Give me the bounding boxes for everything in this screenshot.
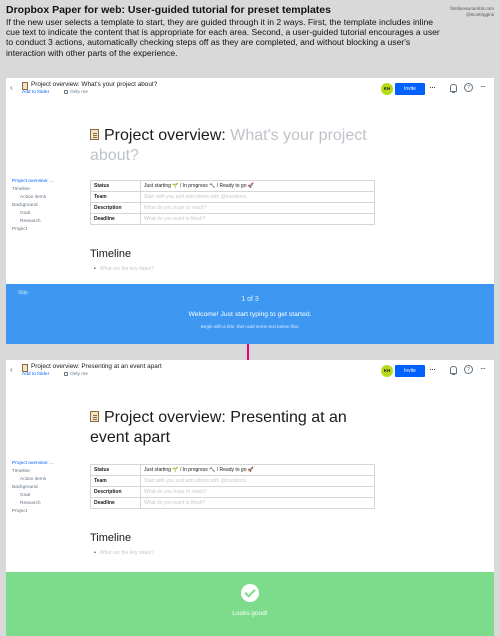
sharing-status[interactable]: Only me: [70, 372, 88, 377]
credit: firstlinesw.tumblr.com @nicetriggins: [450, 6, 494, 17]
table-value[interactable]: Just starting 🌱 / In progress 🔨 / Ready …: [140, 464, 375, 476]
back-icon[interactable]: ‹: [10, 365, 13, 374]
tutorial-step-counter: 1 of 3: [241, 296, 259, 303]
table-key: Status: [90, 180, 141, 192]
success-overlay: Looks good!: [6, 572, 494, 636]
invite-button[interactable]: Invite: [395, 365, 425, 377]
help-icon[interactable]: ?: [464, 83, 473, 92]
toc-item-project[interactable]: Project: [12, 508, 72, 516]
toc-item-research[interactable]: Research: [12, 218, 72, 226]
project-info-table: Status Just starting 🌱 / In progress 🔨 /…: [90, 464, 375, 509]
credit-line-1: firstlinesw.tumblr.com: [450, 6, 494, 11]
document-icon: [22, 364, 28, 372]
table-row: Deadline What do you want to finish?: [90, 497, 375, 509]
page-title[interactable]: Project overview: Presenting at an event…: [90, 408, 390, 448]
table-row: Status Just starting 🌱 / In progress 🔨 /…: [90, 180, 375, 192]
add-to-folder-link[interactable]: Add to folder: [22, 372, 49, 377]
table-row: Deadline What do you want to finish?: [90, 213, 375, 225]
table-row: Team Start with you and add others with …: [90, 191, 375, 203]
toc-item-goal[interactable]: Goal: [12, 210, 72, 218]
help-icon[interactable]: ?: [464, 365, 473, 374]
timeline-heading[interactable]: Timeline: [90, 248, 131, 260]
table-value[interactable]: What do you hope to reach?: [140, 202, 375, 214]
checkmark-icon: [241, 584, 259, 602]
table-value[interactable]: What do you want to finish?: [140, 497, 375, 509]
paper-screen-step-complete: ‹ Project overview: Presenting at an eve…: [6, 360, 494, 636]
sharing-status[interactable]: Only me: [70, 90, 88, 95]
table-value[interactable]: Start with you and add others with @ment…: [140, 191, 375, 203]
annotation-title: Dropbox Paper for web: User-guided tutor…: [6, 4, 331, 16]
table-row: Team Start with you and add others with …: [90, 475, 375, 487]
back-icon[interactable]: ‹: [10, 83, 13, 92]
table-of-contents: Project overview: ... Timeline Action it…: [12, 178, 72, 234]
lock-icon: [64, 90, 68, 94]
success-message: Looks good!: [232, 610, 268, 617]
annotation-description: If the new user selects a template to st…: [6, 17, 440, 58]
table-value[interactable]: Just starting 🌱 / In progress 🔨 / Ready …: [140, 180, 375, 192]
tutorial-overlay: Skip 1 of 3 Welcome! Just start typing t…: [6, 284, 494, 344]
toc-item-action-items[interactable]: Action items: [12, 194, 72, 202]
add-to-folder-link[interactable]: Add to folder: [22, 90, 49, 95]
table-key: Description: [90, 202, 141, 214]
menu-icon[interactable]: ···: [480, 364, 486, 374]
more-options-icon[interactable]: ···: [429, 82, 436, 92]
avatar[interactable]: KH: [381, 365, 393, 377]
table-key: Description: [90, 486, 141, 498]
toc-item-timeline[interactable]: Timeline: [12, 186, 72, 194]
toc-item-project[interactable]: Project: [12, 226, 72, 234]
table-value[interactable]: What do you want to finish?: [140, 213, 375, 225]
table-value[interactable]: What do you hope to reach?: [140, 486, 375, 498]
table-row: Description What do you hope to reach?: [90, 486, 375, 498]
timeline-heading[interactable]: Timeline: [90, 532, 131, 544]
project-info-table: Status Just starting 🌱 / In progress 🔨 /…: [90, 180, 375, 225]
toc-item-background[interactable]: Background: [12, 484, 72, 492]
table-row: Status Just starting 🌱 / In progress 🔨 /…: [90, 464, 375, 476]
title-text: Project overview:: [104, 127, 231, 144]
toc-item-project-overview[interactable]: Project overview: ...: [12, 460, 72, 468]
tab-document-title: Project overview: Presenting at an event…: [31, 363, 162, 370]
more-options-icon[interactable]: ···: [429, 364, 436, 374]
clipboard-icon: [90, 411, 99, 422]
toc-item-research[interactable]: Research: [12, 500, 72, 508]
table-key: Team: [90, 475, 141, 487]
bell-icon[interactable]: [450, 84, 457, 93]
top-bar: ‹ Project overview: What's your project …: [6, 78, 494, 100]
page-title[interactable]: Project overview: What's your project ab…: [90, 126, 390, 166]
document-icon: [22, 82, 28, 90]
timeline-bullet[interactable]: What are the key dates?: [94, 550, 154, 556]
lock-icon: [64, 372, 68, 376]
tutorial-message: Welcome! Just start typing to get starte…: [188, 311, 312, 318]
menu-icon[interactable]: ···: [480, 82, 486, 92]
toc-item-background[interactable]: Background: [12, 202, 72, 210]
table-key: Team: [90, 191, 141, 203]
star-icon[interactable]: ☆: [147, 363, 152, 370]
toc-item-timeline[interactable]: Timeline: [12, 468, 72, 476]
clipboard-icon: [90, 129, 99, 140]
star-icon[interactable]: ☆: [148, 81, 153, 88]
credit-line-2: @nicetriggins: [466, 11, 494, 17]
invite-button[interactable]: Invite: [395, 83, 425, 95]
paper-screen-tutorial-step: ‹ Project overview: What's your project …: [6, 78, 494, 344]
top-bar: ‹ Project overview: Presenting at an eve…: [6, 360, 494, 382]
annotation-header: Dropbox Paper for web: User-guided tutor…: [6, 4, 446, 58]
title-text: Project overview: Presenting at an event…: [90, 409, 347, 446]
timeline-bullet[interactable]: What are the key dates?: [94, 266, 154, 272]
bell-icon[interactable]: [450, 366, 457, 375]
table-key: Deadline: [90, 497, 141, 509]
toc-item-action-items[interactable]: Action items: [12, 476, 72, 484]
avatar[interactable]: KH: [381, 83, 393, 95]
table-key: Deadline: [90, 213, 141, 225]
toc-item-goal[interactable]: Goal: [12, 492, 72, 500]
tab-document-title: Project overview: What's your project ab…: [31, 81, 158, 88]
table-key: Status: [90, 464, 141, 476]
table-row: Description What do you hope to reach?: [90, 202, 375, 214]
table-of-contents: Project overview: ... Timeline Action it…: [12, 460, 72, 516]
tutorial-hint: Begin with a title, then add some text b…: [200, 324, 300, 329]
toc-item-project-overview[interactable]: Project overview: ...: [12, 178, 72, 186]
table-value[interactable]: Start with you and add others with @ment…: [140, 475, 375, 487]
